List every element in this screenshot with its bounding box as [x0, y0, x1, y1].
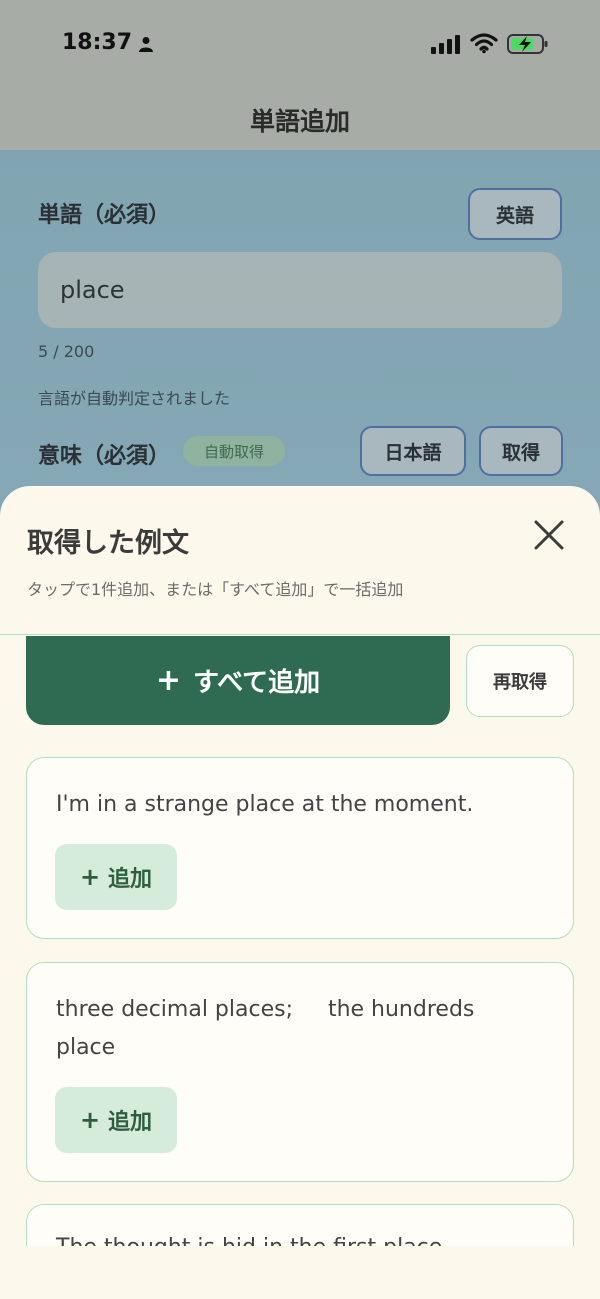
status-time: 18:37 — [62, 30, 133, 55]
word-label: 単語（必須） — [38, 203, 171, 228]
battery-charging-icon — [507, 34, 548, 54]
add-example-button[interactable]: + 追加 — [55, 844, 177, 910]
example-text: I'm in a strange place at the moment. — [56, 792, 474, 817]
add-example-label: 追加 — [108, 1110, 153, 1135]
page-title: 単語追加 — [249, 107, 350, 136]
fetch-button[interactable]: 取得 — [479, 426, 563, 476]
meaning-language-button[interactable]: 日本語 — [360, 426, 466, 476]
example-card: three decimal places; the hundreds place… — [26, 962, 574, 1182]
meaning-label: 意味（必須） — [38, 444, 171, 469]
bottom-safe-area — [0, 1246, 600, 1299]
plus-icon: + — [79, 863, 101, 891]
refetch-button[interactable]: 再取得 — [466, 645, 574, 717]
signal-icon — [431, 35, 460, 54]
plus-icon: + — [79, 1106, 101, 1134]
sheet-subtitle: タップで1件追加、または「すべて追加」で一括追加 — [27, 580, 404, 599]
add-example-button[interactable]: + 追加 — [55, 1087, 177, 1153]
sheet-title: 取得した例文 — [27, 528, 189, 559]
plus-icon: + — [155, 663, 181, 698]
auto-fetch-badge: 自動取得 — [183, 436, 285, 466]
status-bar: 18:37 — [0, 28, 600, 64]
add-example-label: 追加 — [108, 867, 153, 892]
auto-detect-note: 言語が自動判定されました — [38, 389, 231, 408]
examples-sheet: 取得した例文 タップで1件追加、または「すべて追加」で一括追加 + すべて追加 … — [0, 486, 600, 1299]
close-icon[interactable] — [532, 518, 566, 552]
char-count: 5 / 200 — [38, 342, 95, 361]
example-text: three decimal places; the hundreds place — [56, 997, 482, 1060]
divider — [0, 634, 600, 635]
example-card: I'm in a strange place at the moment. + … — [26, 757, 574, 939]
add-all-label: すべて追加 — [193, 668, 321, 698]
wifi-icon — [470, 33, 498, 54]
add-all-button[interactable]: + すべて追加 — [26, 636, 450, 725]
person-icon — [139, 37, 153, 52]
language-button[interactable]: 英語 — [468, 188, 562, 240]
word-input[interactable]: place — [38, 252, 562, 328]
